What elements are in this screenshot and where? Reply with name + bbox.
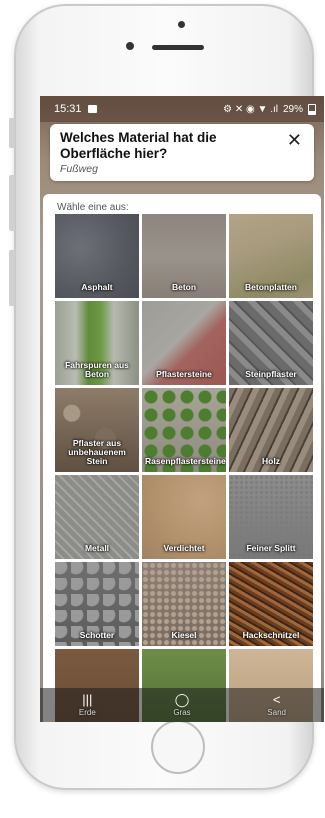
option-label: Holz [262, 456, 280, 466]
phone-camera [126, 42, 134, 50]
close-icon[interactable]: ✕ [287, 131, 302, 149]
option-verdichtet[interactable]: Verdichtet [142, 475, 226, 559]
phone-home-button[interactable] [151, 720, 205, 774]
option-label: Pflaster aus unbehauenem Stein [68, 438, 126, 466]
option-label: Beton [171, 282, 197, 292]
status-bar: 15:31 ⚙ ✕ ◉ ▼ .ıl 29% [40, 96, 324, 122]
home-icon: ◯ [174, 692, 190, 707]
option-holz[interactable]: Holz [229, 388, 313, 472]
option-label: Rasenpflastersteine [145, 456, 226, 466]
option-label: Betonplatten [245, 282, 297, 292]
home-button[interactable]: ◯ Gras [152, 688, 212, 722]
option-schotter[interactable]: Schotter [55, 562, 139, 646]
phone-volume-up-button [9, 175, 15, 231]
option-hackschnitzel[interactable]: Hackschnitzel [229, 562, 313, 646]
option-label: Schotter [79, 630, 115, 640]
back-icon: < [272, 692, 281, 707]
option-pflastersteine[interactable]: Pflastersteine [142, 301, 226, 385]
option-label: Feiner Splitt [246, 543, 296, 553]
status-time: 15:31 [54, 103, 82, 115]
android-nav-bar: ||| Erde ◯ Gras < Sand [40, 688, 324, 722]
surface-options-grid: Asphalt Beton Betonplatten Fahrspuren au… [55, 214, 313, 722]
nav-overlap-label: Sand [267, 708, 286, 717]
option-asphalt[interactable]: Asphalt [55, 214, 139, 298]
battery-percentage: 29% [282, 103, 303, 115]
battery-icon [308, 103, 316, 115]
phone-sensor [178, 21, 185, 28]
option-label: Hackschnitzel [242, 630, 300, 640]
phone-side-button [9, 118, 15, 148]
back-button[interactable]: < Sand [247, 688, 307, 722]
answer-panel: Wähle eine aus: Asphalt Beton Betonplatt… [43, 194, 321, 722]
option-betonplatten[interactable]: Betonplatten [229, 214, 313, 298]
nav-overlap-label: Erde [78, 708, 96, 717]
recent-apps-icon: ||| [82, 692, 93, 707]
question-subtitle: Fußweg [60, 163, 98, 175]
option-rasenpflastersteine[interactable]: Rasenpflastersteine [142, 388, 226, 472]
option-label: Metall [84, 543, 110, 553]
choose-prompt: Wähle eine aus: [57, 202, 129, 213]
question-title: Welches Material hat die Oberfläche hier… [60, 130, 217, 161]
status-indicator-icons: ⚙ ✕ ◉ ▼ .ıl [223, 103, 278, 115]
option-beton[interactable]: Beton [142, 214, 226, 298]
option-label: Fahrspuren aus Beton [65, 360, 129, 379]
phone-speaker [152, 45, 204, 50]
phone-volume-down-button [9, 250, 15, 306]
gallery-notification-icon [87, 105, 97, 113]
nav-overlap-label: Gras [173, 708, 191, 717]
screen: 15:31 ⚙ ✕ ◉ ▼ .ıl 29% Welches Material h… [40, 96, 324, 722]
status-icons: ⚙ ✕ ◉ ▼ .ıl 29% [223, 103, 316, 115]
option-fahrspuren-aus-beton[interactable]: Fahrspuren aus Beton [55, 301, 139, 385]
option-steinpflaster[interactable]: Steinpflaster [229, 301, 313, 385]
recent-apps-button[interactable]: ||| Erde [57, 688, 117, 722]
option-label: Pflastersteine [156, 369, 212, 379]
option-label: Asphalt [81, 282, 113, 292]
option-label: Kiesel [171, 630, 197, 640]
question-card: Welches Material hat die Oberfläche hier… [50, 124, 314, 181]
option-label: Verdichtet [163, 543, 205, 553]
option-label: Steinpflaster [245, 369, 297, 379]
option-pflaster-unbehauen[interactable]: Pflaster aus unbehauenem Stein [55, 388, 139, 472]
option-feiner-splitt[interactable]: Feiner Splitt [229, 475, 313, 559]
option-kiesel[interactable]: Kiesel [142, 562, 226, 646]
option-metall[interactable]: Metall [55, 475, 139, 559]
